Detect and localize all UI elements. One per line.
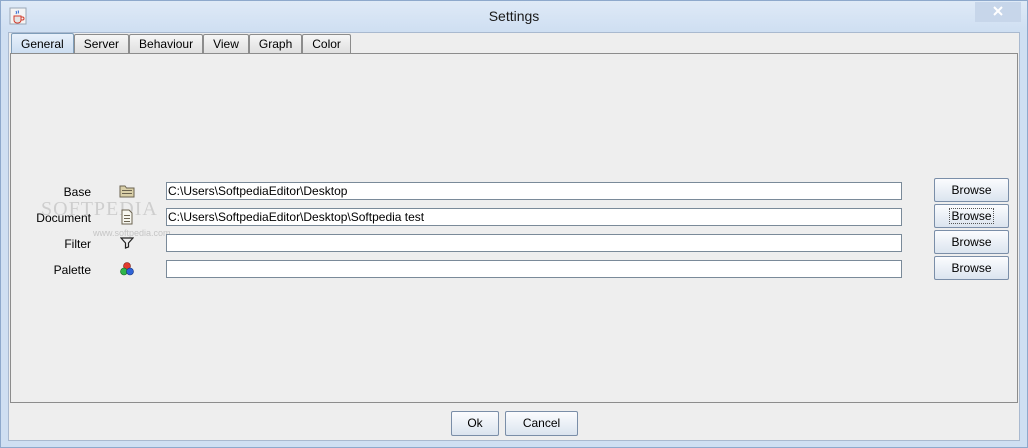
title-bar[interactable]: Settings [1,1,1027,32]
tab-view[interactable]: View [203,34,249,54]
folder-icon [118,182,136,200]
base-label: Base [63,185,91,199]
dialog-content: General Server Behaviour View Graph Colo… [8,32,1020,441]
settings-window: Settings General Server Behaviour View G… [0,0,1028,448]
tab-behaviour[interactable]: Behaviour [129,34,204,54]
base-path-input[interactable] [166,182,902,200]
general-panel: SOFTPEDIA www.softpedia.com Base Browse … [10,53,1018,403]
palette-browse-button[interactable]: Browse [934,256,1009,280]
palette-path-input[interactable] [166,260,902,278]
tab-general[interactable]: General [11,33,74,55]
ok-button[interactable]: Ok [451,411,499,436]
palette-browse-label: Browse [951,261,992,275]
tab-server[interactable]: Server [73,34,130,54]
filter-icon [118,234,136,252]
palette-icon [118,260,136,278]
filter-label: Filter [64,237,91,251]
document-icon [118,208,136,226]
filter-browse-button[interactable]: Browse [934,230,1009,254]
filter-path-input[interactable] [166,234,902,252]
close-button[interactable] [975,2,1021,22]
document-browse-button[interactable]: Browse [934,204,1009,228]
base-browse-button[interactable]: Browse [934,178,1009,202]
tab-graph[interactable]: Graph [248,34,303,54]
cancel-button[interactable]: Cancel [505,411,578,436]
tab-color[interactable]: Color [302,34,351,54]
document-path-input[interactable] [166,208,902,226]
base-browse-label: Browse [951,183,992,197]
document-browse-label: Browse [949,208,994,224]
palette-label: Palette [53,263,91,277]
document-label: Document [36,211,91,225]
close-icon [992,5,1004,19]
tab-bar: General Server Behaviour View Graph Colo… [11,33,351,55]
window-title: Settings [488,8,540,24]
filter-browse-label: Browse [951,235,992,249]
